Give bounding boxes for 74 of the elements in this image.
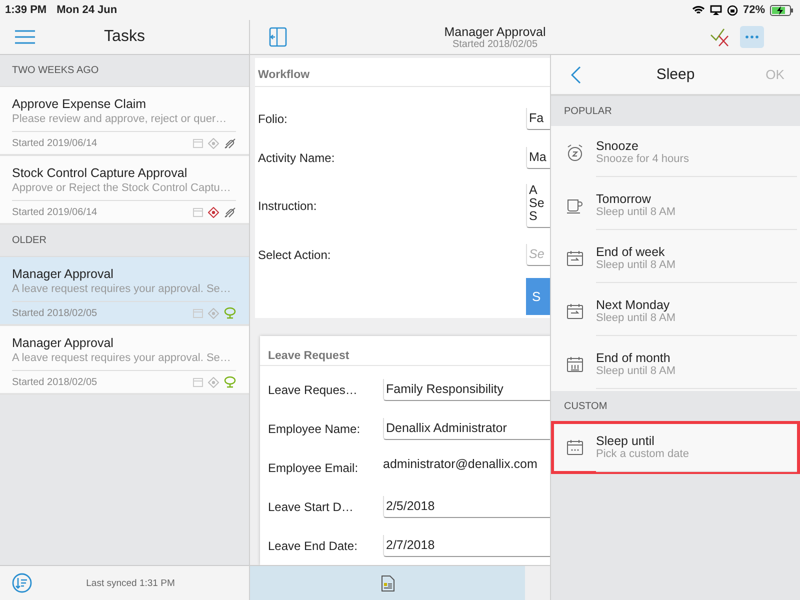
task-card[interactable]: Stock Control Capture Approval Approve or Reject the Stock Control Captu… Started 2019/06/14 xyxy=(0,156,249,225)
option-subtitle: Sleep until 8 AM xyxy=(596,206,676,218)
field-label: Activity Name: xyxy=(257,150,336,164)
option-title: Snooze xyxy=(596,139,640,153)
option-title: End of month xyxy=(596,351,672,365)
field-label: Leave End Date: xyxy=(267,538,358,553)
option-title: Next Monday xyxy=(596,298,671,312)
task-title: Manager Approval xyxy=(444,24,546,38)
last-synced-text: Last synced 1:31 PM xyxy=(85,578,176,588)
task-summary: Please review and approve, reject or quer… xyxy=(12,113,228,125)
field-label: Leave Reques… xyxy=(267,382,358,397)
form-icon[interactable] xyxy=(380,574,394,592)
field-value: administrator@denallix.com xyxy=(383,456,538,473)
option-subtitle: Pick a custom date xyxy=(596,448,690,460)
field-label: Instruction: xyxy=(257,199,318,213)
calendar-icon xyxy=(193,207,203,217)
option-subtitle: Sleep until 8 AM xyxy=(596,259,676,271)
approve-reject-icon[interactable] xyxy=(710,27,730,47)
option-title: End of week xyxy=(596,245,666,259)
sidebar-toggle-icon[interactable] xyxy=(269,27,287,47)
task-summary: A leave request requires your approval. Se… xyxy=(12,352,232,364)
status-date: Mon 24 Jun xyxy=(56,4,118,16)
panel-title: Tasks xyxy=(103,28,146,46)
task-summary: A leave request requires your approval. Se… xyxy=(12,283,232,295)
sleep-option[interactable]: End of month Sleep until 8 AM xyxy=(551,338,800,391)
task-title: Approve Expense Claim xyxy=(12,97,148,111)
task-start-date: Started 2018/02/05 xyxy=(12,308,98,318)
calendar-icon xyxy=(566,356,584,373)
task-start-date: Started 2019/06/14 xyxy=(12,206,98,218)
back-icon[interactable] xyxy=(571,66,581,84)
battery-icon xyxy=(770,4,794,16)
task-title: Manager Approval xyxy=(12,267,114,281)
alarm-clock-icon xyxy=(566,144,584,161)
task-card[interactable]: Manager Approval A leave request requires your approval. Se… Started 2018/02/05 xyxy=(0,326,249,395)
calendar-icon xyxy=(193,377,203,387)
field-label: Folio: xyxy=(257,112,288,126)
cup-icon xyxy=(566,197,584,214)
rotation-lock-icon xyxy=(726,4,738,16)
task-card[interactable]: Approve Expense Claim Please review and approve, reject or quer… Started 2019/06/14 xyxy=(0,87,249,156)
task-start-date: Started 2019/06/14 xyxy=(12,138,98,148)
calendar-icon xyxy=(566,439,584,456)
option-subtitle: Sleep until 8 AM xyxy=(596,312,676,324)
task-title: Stock Control Capture Approval xyxy=(12,166,188,180)
sleep-option[interactable]: Snooze Snooze for 4 hours xyxy=(551,126,800,179)
wifi-icon xyxy=(692,5,705,15)
more-button[interactable] xyxy=(740,26,764,48)
task-title: Manager Approval xyxy=(12,336,114,350)
field-label: Employee Email: xyxy=(267,460,360,475)
task-start-date: Started 2018/02/05 xyxy=(452,38,538,50)
sleep-option[interactable]: Tomorrow Sleep until 8 AM xyxy=(551,179,800,232)
task-start-date: Started 2018/02/05 xyxy=(12,376,98,388)
option-title: Sleep until xyxy=(596,434,656,448)
option-title: Tomorrow xyxy=(596,192,652,206)
airplay-icon xyxy=(710,5,722,15)
more-icon xyxy=(745,35,759,39)
sleep-option[interactable]: End of week Sleep until 8 AM xyxy=(551,232,800,285)
option-subtitle: Snooze for 4 hours xyxy=(596,153,690,165)
sleep-option[interactable]: Sleep until Pick a custom date xyxy=(551,421,800,474)
task-card[interactable]: Manager Approval A leave request requires your approval. Se… Started 2018/02/05 xyxy=(0,257,249,326)
field-label: Select Action: xyxy=(257,248,332,262)
calendar-icon xyxy=(566,250,584,267)
option-subtitle: Sleep until 8 AM xyxy=(596,365,676,377)
task-summary: Approve or Reject the Stock Control Captu… xyxy=(12,182,232,194)
field-label: Employee Name: xyxy=(267,422,362,436)
calendar-icon xyxy=(193,308,203,318)
field-label: Leave Start D… xyxy=(267,500,354,514)
calendar-icon xyxy=(566,303,584,320)
battery-percentage: 72% xyxy=(742,4,765,16)
status-time: 1:39 PM xyxy=(5,4,47,16)
sort-icon[interactable] xyxy=(12,573,32,593)
calendar-icon xyxy=(193,138,203,148)
menu-icon[interactable] xyxy=(14,29,36,45)
panel-title: Sleep xyxy=(655,66,696,83)
sleep-option[interactable]: Next Monday Sleep until 8 AM xyxy=(551,285,800,338)
